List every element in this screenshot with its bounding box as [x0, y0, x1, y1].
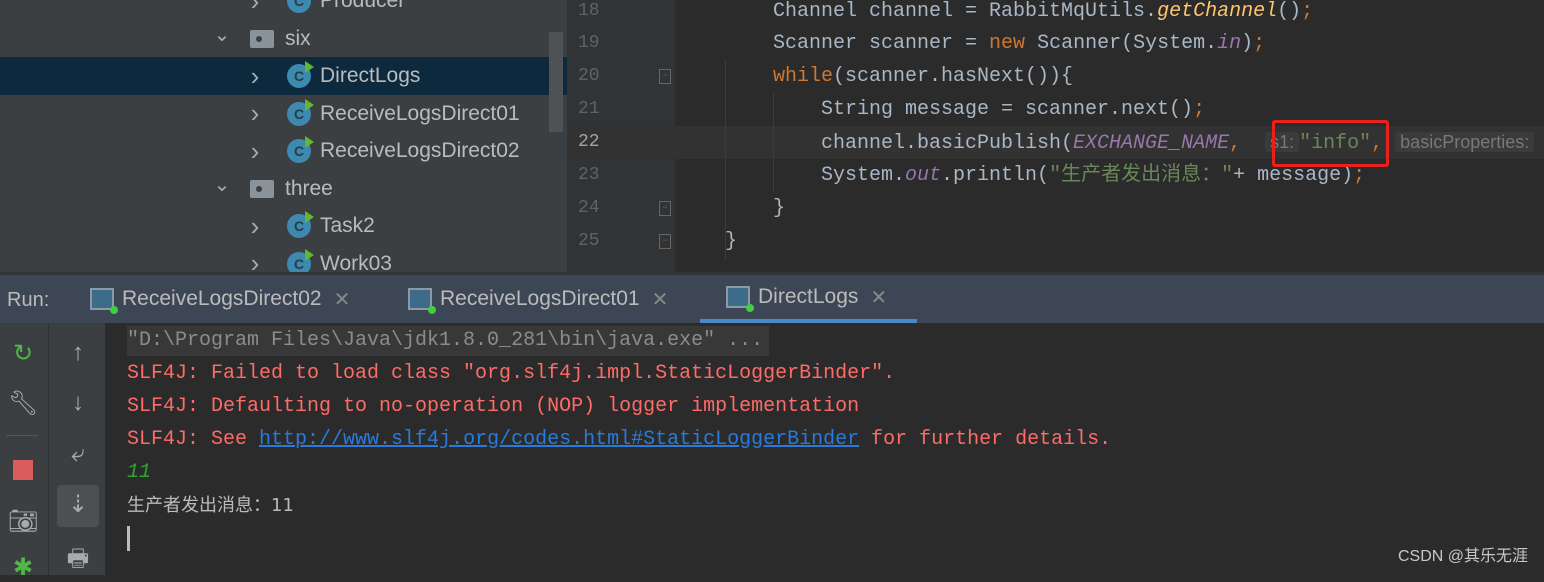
soft-wrap-icon[interactable]: ⤶	[58, 440, 98, 468]
console-output[interactable]: "D:\Program Files\Java\jdk1.8.0_281\bin\…	[105, 323, 1544, 575]
fold-icon[interactable]: −	[659, 234, 671, 249]
error-line: SLF4J: Defaulting to no-operation (NOP) …	[127, 395, 860, 418]
scroll-to-end-icon[interactable]: ⇣	[57, 485, 99, 527]
code-line: 25−}	[578, 230, 738, 253]
java-class-icon: C	[287, 0, 311, 13]
up-arrow-icon[interactable]: ↑	[58, 339, 98, 367]
tree-item-label: Task2	[320, 214, 375, 237]
java-class-icon: C	[287, 98, 314, 126]
close-icon[interactable]: ✕	[652, 287, 669, 312]
console-icon	[408, 288, 436, 314]
code-line: 23 System.out.println("生产者发出消息："+ message…	[578, 164, 1366, 187]
command-line: "D:\Program Files\Java\jdk1.8.0_281\bin\…	[127, 326, 770, 356]
console-icon	[726, 286, 754, 312]
highlight-box	[1272, 120, 1389, 167]
chevron-down-icon[interactable]: ⌄	[207, 172, 237, 197]
tab-receivelogsdirect02[interactable]: ReceiveLogsDirect02 ✕	[90, 275, 350, 323]
tree-item-six[interactable]: ⌄ six	[0, 20, 567, 58]
output-line: 生产者发出消息：11	[127, 495, 294, 516]
fold-icon[interactable]: −	[659, 201, 671, 216]
tree-item-label: Work03	[320, 251, 392, 273]
chevron-right-icon[interactable]: ›	[240, 98, 270, 129]
close-icon[interactable]: ✕	[334, 287, 351, 312]
java-class-icon: C	[287, 211, 314, 238]
wrench-icon[interactable]: 🔧︎	[3, 389, 43, 418]
chevron-down-icon[interactable]: ⌄	[207, 22, 237, 47]
tree-item-label: DirectLogs	[320, 64, 421, 87]
code-line: 19 Scanner scanner = new Scanner(System.i…	[578, 32, 1266, 55]
code-line-current: 22 channel.basicPublish(EXCHANGE_NAME, s1…	[567, 126, 1544, 159]
java-class-icon: C	[287, 61, 314, 88]
folder-icon	[250, 29, 274, 48]
stop-icon[interactable]	[13, 460, 33, 480]
rerun-icon[interactable]: ↻	[3, 339, 43, 368]
error-line: SLF4J: See http://www.slf4j.org/codes.ht…	[127, 428, 1112, 451]
chevron-right-icon[interactable]: ›	[240, 248, 270, 272]
code-line: 18 Channel channel = RabbitMqUtils.getCha…	[578, 0, 1314, 23]
run-tab-bar: Run: ReceiveLogsDirect02 ✕ ReceiveLogsDir…	[0, 272, 1544, 323]
fold-icon[interactable]: −	[659, 69, 671, 84]
down-arrow-icon[interactable]: ↓	[58, 389, 98, 417]
tree-item-label: ReceiveLogsDirect02	[320, 139, 520, 162]
run-toolbar-right: ↑ ↓ ⤶ ⇣ 🖶︎	[48, 323, 105, 575]
tab-receivelogsdirect01[interactable]: ReceiveLogsDirect01 ✕	[408, 275, 668, 323]
slf4j-link[interactable]: http://www.slf4j.org/codes.html#StaticLo…	[259, 428, 859, 451]
chevron-right-icon[interactable]: ›	[240, 0, 270, 17]
tree-item-label: three	[285, 176, 333, 200]
tree-item-receivelogsdirect02[interactable]: › C ReceiveLogsDirect02	[0, 132, 567, 170]
chevron-right-icon[interactable]: ›	[240, 211, 270, 242]
camera-icon[interactable]: 📷︎	[3, 507, 43, 536]
indent-guide	[773, 93, 774, 193]
close-icon[interactable]: ✕	[870, 285, 887, 310]
tab-directlogs[interactable]: DirectLogs ✕	[700, 275, 917, 323]
chevron-right-icon[interactable]: ›	[240, 61, 270, 92]
tree-item-producer[interactable]: › C Producer	[0, 0, 567, 20]
tree-item-task2[interactable]: › C Task2	[0, 207, 567, 245]
java-class-icon: C	[287, 248, 314, 272]
tree-item-three[interactable]: ⌄ three	[0, 170, 567, 208]
tree-item-work03[interactable]: › C Work03	[0, 245, 567, 273]
error-line: SLF4J: Failed to load class "org.slf4j.i…	[127, 362, 896, 385]
run-label: Run:	[7, 289, 50, 311]
text-caret	[127, 526, 130, 551]
tree-item-label: ReceiveLogsDirect01	[320, 101, 520, 125]
tree-scrollbar[interactable]	[549, 32, 563, 132]
code-line: 20− while(scanner.hasNext()){	[578, 65, 1074, 88]
project-tree: › C Producer ⌄ six › C DirectLogs › C ReceiveLogsD…	[0, 0, 567, 272]
chevron-right-icon[interactable]: ›	[240, 136, 270, 167]
tree-item-directlogs[interactable]: › C DirectLogs	[0, 57, 567, 95]
watermark: CSDN @其乐无涯	[1397, 548, 1528, 565]
code-editor[interactable]: 18 Channel channel = RabbitMqUtils.getCha…	[567, 0, 1544, 272]
folder-icon	[250, 179, 274, 198]
tree-item-label: six	[285, 26, 311, 50]
tree-item-label: Producer	[320, 0, 406, 12]
indent-guide	[725, 60, 726, 260]
code-line: 21 String message = scanner.next();	[578, 98, 1206, 121]
user-input-line: 11	[127, 461, 152, 484]
java-class-icon: C	[287, 136, 314, 163]
print-icon[interactable]: 🖶︎	[58, 541, 98, 582]
console-icon	[90, 288, 118, 314]
code-line: 24−}	[578, 197, 786, 220]
run-toolbar-left: ↻ 🔧︎ 📷︎ ✱	[0, 323, 48, 581]
param-hint: basicProperties:	[1395, 132, 1535, 152]
tree-item-receivelogsdirect01[interactable]: › C ReceiveLogsDirect01	[0, 95, 567, 133]
debug-icon[interactable]: ✱	[3, 553, 43, 582]
